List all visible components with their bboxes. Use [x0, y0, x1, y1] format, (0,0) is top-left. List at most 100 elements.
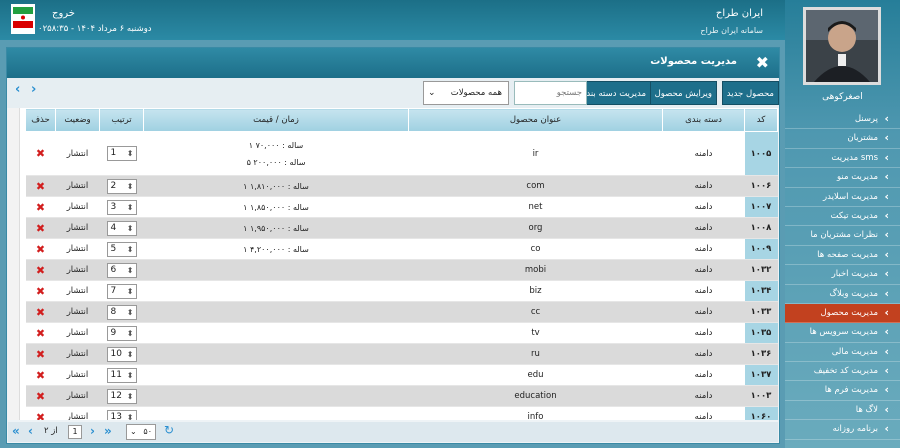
table-row[interactable]: ✖ انتشار 5 ۱ ساله : ۴,۲۰۰,۰۰۰ coدامنه۱۰۰۹	[25, 238, 778, 260]
last-page-icon[interactable]: «	[12, 424, 20, 438]
sidebar-item[interactable]: مدیریت محصول	[785, 303, 900, 324]
price-line: ۱ ساله : ۱,۹۵۰,۰۰۰	[243, 223, 309, 233]
sidebar-item[interactable]: برنامه روزانه	[785, 419, 900, 440]
sidebar-item[interactable]: مدیریت منو	[785, 167, 900, 188]
category-cell: دامنه	[662, 406, 745, 420]
arrow-left-icon[interactable]: ‹	[15, 82, 20, 97]
order-stepper[interactable]: 6	[106, 262, 137, 278]
order-stepper[interactable]: 13	[106, 409, 137, 420]
delete-icon[interactable]: ✖	[36, 201, 45, 214]
delete-cell: ✖	[25, 131, 56, 176]
delete-icon[interactable]: ✖	[36, 264, 45, 277]
delete-icon[interactable]: ✖	[36, 327, 45, 340]
delete-cell: ✖	[25, 343, 56, 365]
order-stepper[interactable]: 2	[106, 178, 137, 194]
sidebar-item[interactable]: مدیریت sms	[785, 148, 900, 169]
sidebar-item[interactable]: مدیریت کد تخفیف	[785, 361, 900, 382]
search-input[interactable]	[514, 81, 587, 105]
delete-icon[interactable]: ✖	[36, 180, 45, 193]
sidebar-item[interactable]: مشتریان	[785, 128, 900, 149]
order-stepper[interactable]: 5	[106, 241, 137, 257]
delete-icon[interactable]: ✖	[36, 411, 45, 421]
arrow-right-icon[interactable]: ›	[31, 82, 36, 97]
table-row[interactable]: ✖ انتشار 9 tvدامنه۱۰۳۵	[25, 322, 778, 344]
table-row[interactable]: ✖ انتشار 6 mobiدامنه۱۰۳۲	[25, 259, 778, 281]
title-cell: cc	[408, 301, 663, 323]
table-row[interactable]: ✖ انتشار 1 ۱ ساله : ۷۰,۰۰۰ ۵ ساله : ۲۰۰,۰۰۰ i…	[25, 131, 778, 176]
title-cell: info	[408, 406, 663, 420]
delete-icon[interactable]: ✖	[36, 390, 45, 403]
table-row[interactable]: ✖ انتشار 7 bizدامنه۱۰۳۴	[25, 280, 778, 302]
sidebar-item[interactable]: مدیریت وبلاگ	[785, 283, 900, 304]
order-stepper[interactable]: 1	[106, 146, 137, 161]
category-cell: دامنه	[662, 238, 745, 260]
header-title: عنوان محصول	[408, 108, 663, 132]
delete-icon[interactable]: ✖	[36, 369, 45, 382]
delete-icon[interactable]: ✖	[36, 285, 45, 298]
sidebar-item[interactable]: نظرات مشتریان ما	[785, 225, 900, 246]
price-line: ۱ ساله : ۷۰,۰۰۰	[248, 140, 304, 150]
table-row[interactable]: ✖ انتشار 12 educationدامنه۱۰۰۳	[25, 385, 778, 407]
sidebar-item[interactable]: مدیریت اسلایدر	[785, 187, 900, 207]
header-code: کد	[744, 108, 778, 132]
category-select[interactable]: همه محصولات ⌄	[423, 81, 509, 105]
delete-cell: ✖	[25, 406, 56, 421]
order-stepper[interactable]: 8	[106, 304, 137, 320]
delete-cell: ✖	[25, 280, 56, 302]
sidebar-item[interactable]: مدیریت سرویس ها	[785, 322, 900, 343]
order-stepper[interactable]: 12	[106, 388, 137, 404]
page-size-select[interactable]: ⌄ ۵۰	[126, 424, 156, 440]
close-icon[interactable]: ✖	[756, 53, 769, 72]
price-cell	[143, 364, 409, 386]
sidebar-item[interactable]: مدیریت اخبار	[785, 264, 900, 285]
delete-cell: ✖	[25, 259, 56, 281]
header-price: زمان / قیمت	[143, 108, 409, 132]
code-cell: ۱۰۳۲	[744, 259, 778, 281]
code-cell: ۱۰۰۵	[744, 131, 778, 176]
page-size-value: ۵۰	[143, 427, 152, 436]
sidebar-item[interactable]: مدیریت فرم ها	[785, 380, 900, 401]
vertical-scrollbar[interactable]	[8, 108, 20, 420]
delete-icon[interactable]: ✖	[36, 222, 45, 235]
table-row[interactable]: ✖ انتشار 2 ۱ ساله : ۱,۸۱۰,۰۰۰ comدامنه۱۰۰۶	[25, 175, 778, 197]
sidebar-item[interactable]: مدیریت تیکت	[785, 206, 900, 227]
page-number-input[interactable]: 1	[68, 425, 82, 439]
logout-link[interactable]: خروج	[52, 8, 75, 19]
delete-icon[interactable]: ✖	[36, 348, 45, 361]
order-stepper[interactable]: 4	[106, 220, 137, 236]
order-stepper[interactable]: 11	[106, 367, 137, 383]
code-cell: ۱۰۳۳	[744, 301, 778, 323]
previous-page-icon[interactable]: ›	[90, 424, 95, 438]
next-page-icon[interactable]: ‹	[28, 424, 33, 438]
refresh-icon[interactable]: ↻	[164, 423, 174, 437]
status-cell: انتشار	[55, 217, 100, 239]
delete-icon[interactable]: ✖	[36, 243, 45, 256]
sidebar-item[interactable]: مدیریت صفحه ها	[785, 245, 900, 266]
table-row[interactable]: ✖ انتشار 8 ccدامنه۱۰۳۳	[25, 301, 778, 323]
order-cell: 6	[99, 259, 144, 281]
edit-product-button[interactable]: ویرایش محصول	[649, 81, 717, 105]
table-row[interactable]: ✖ انتشار 3 ۱ ساله : ۱,۸۵۰,۰۰۰ netدامنه۱۰۰۷	[25, 196, 778, 218]
new-product-button[interactable]: محصول جدید	[721, 81, 779, 105]
status-cell: انتشار	[55, 131, 100, 176]
order-stepper[interactable]: 7	[106, 283, 137, 299]
sidebar-item[interactable]: لاگ ها	[785, 400, 900, 421]
table-row[interactable]: ✖ انتشار 4 ۱ ساله : ۱,۹۵۰,۰۰۰ orgدامنه۱۰۰۸	[25, 217, 778, 239]
table-row[interactable]: ✖ انتشار 13 infoدامنه۱۰۶۰	[25, 406, 778, 421]
category-cell: دامنه	[662, 364, 745, 386]
code-cell: ۱۰۰۹	[744, 238, 778, 260]
delete-icon[interactable]: ✖	[36, 306, 45, 319]
first-page-icon[interactable]: »	[104, 424, 112, 438]
table-row[interactable]: ✖ انتشار 11 eduدامنه۱۰۳۷	[25, 364, 778, 386]
order-stepper[interactable]: 10	[106, 346, 137, 362]
table-row[interactable]: ✖ انتشار 10 ruدامنه۱۰۳۶	[25, 343, 778, 365]
order-stepper[interactable]: 9	[106, 325, 137, 341]
order-cell: 7	[99, 280, 144, 302]
delete-icon[interactable]: ✖	[36, 147, 45, 160]
category-cell: دامنه	[662, 301, 745, 323]
sidebar-item[interactable]: پرسنل	[785, 109, 900, 130]
category-select-value: همه محصولات	[450, 88, 502, 98]
order-stepper[interactable]: 3	[106, 199, 137, 215]
sidebar-item[interactable]: مدیریت مالی	[785, 342, 900, 363]
title-cell: edu	[408, 364, 663, 386]
